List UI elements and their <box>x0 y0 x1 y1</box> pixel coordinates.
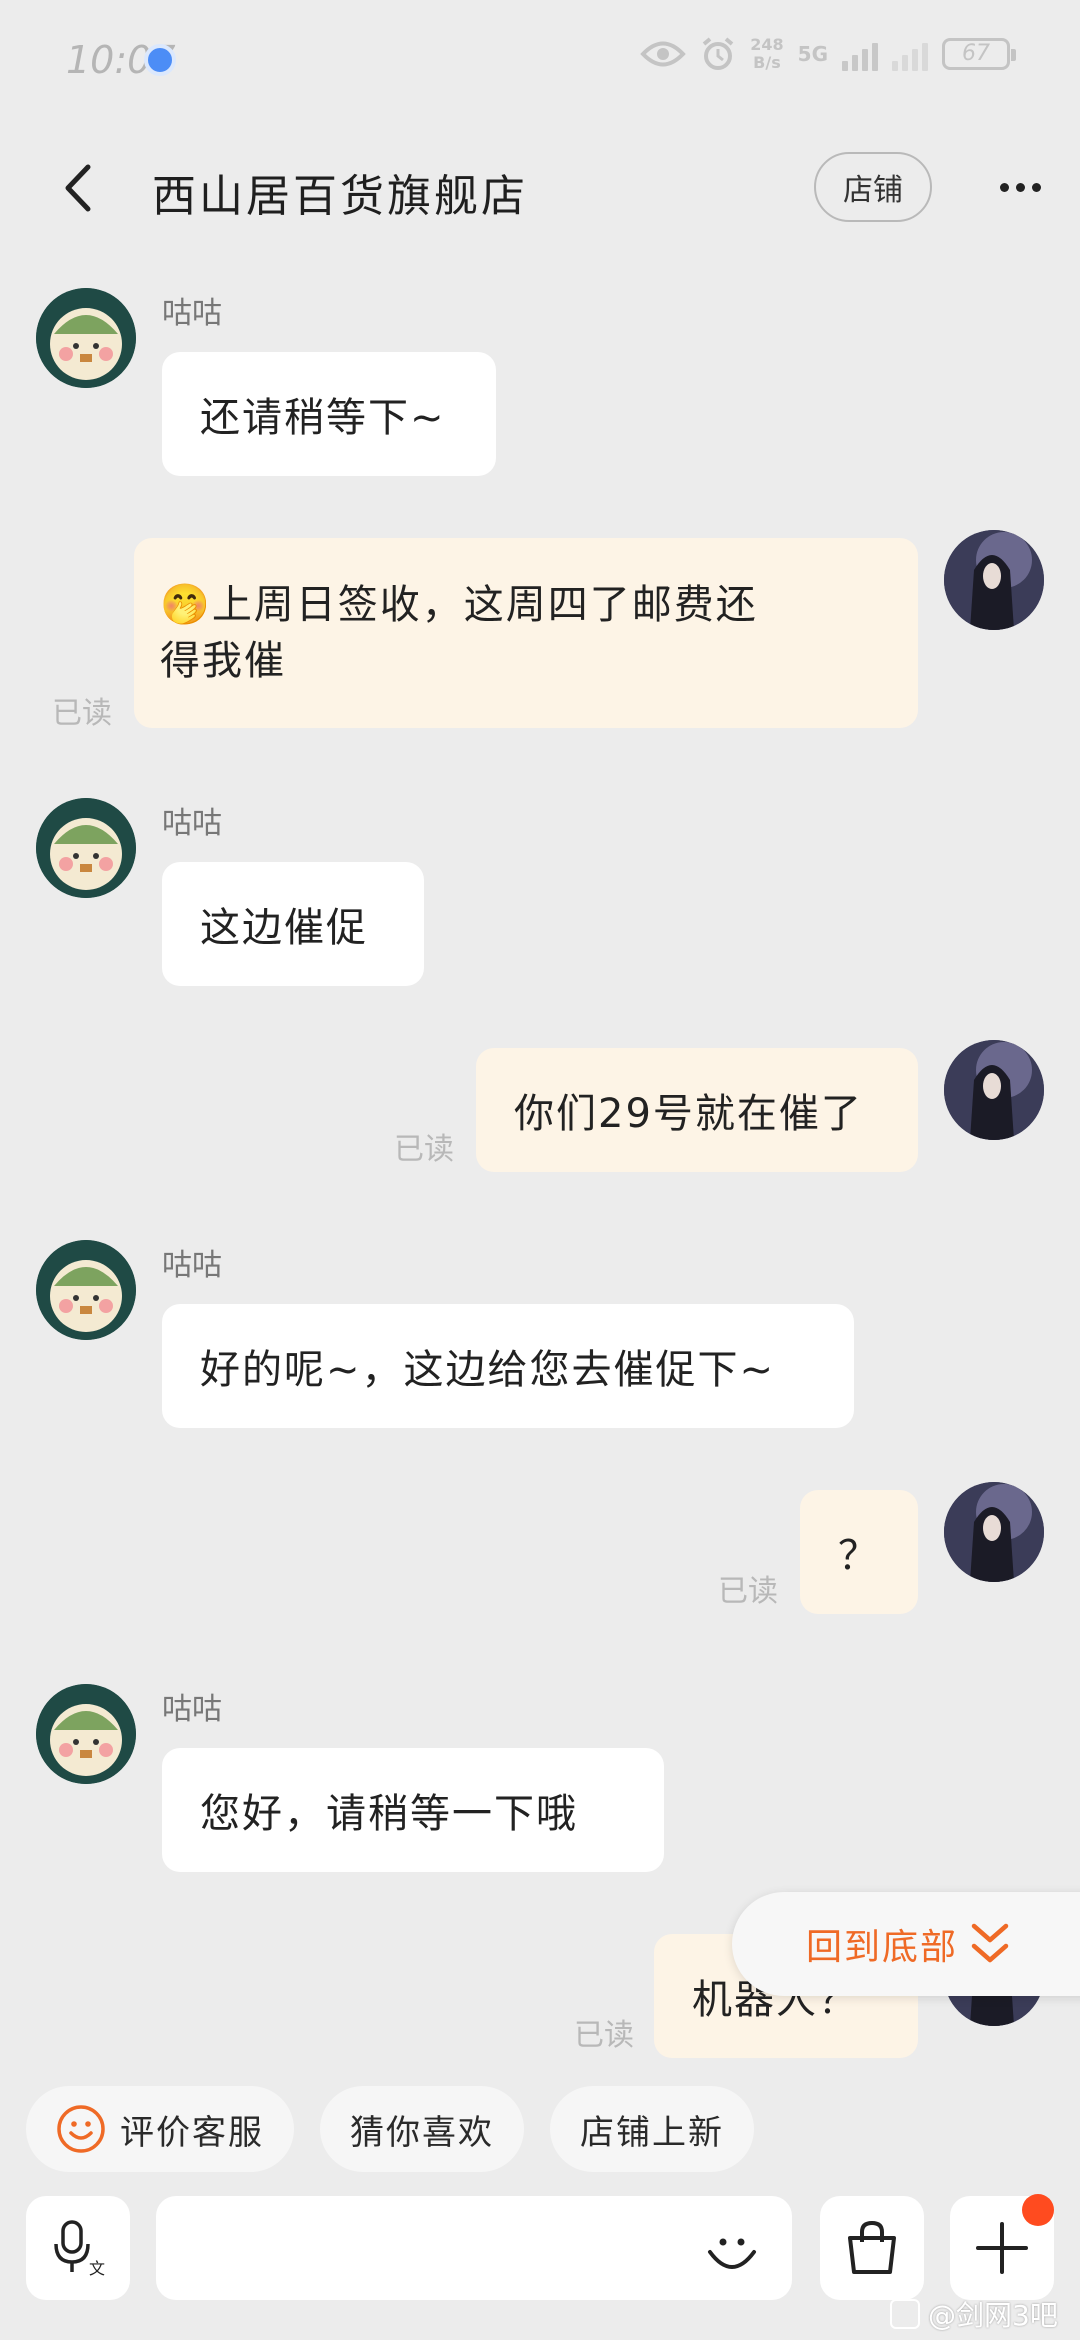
message-input[interactable] <box>156 2196 792 2300</box>
agent-avatar[interactable] <box>36 798 136 898</box>
chip-label: 评价客服 <box>120 2112 264 2153</box>
agent-avatar-image <box>36 1240 136 1340</box>
message-bubble[interactable]: 还请稍等下~ <box>162 352 496 476</box>
sender-name: 咕咕 <box>162 806 222 841</box>
orders-button[interactable] <box>820 2196 924 2300</box>
svg-text:文: 文 <box>89 2259 105 2278</box>
shopping-bag-icon <box>848 2220 896 2274</box>
read-status: 已读 <box>574 2018 634 2053</box>
sender-name: 咕咕 <box>162 1692 222 1727</box>
message-received: 咕咕 还请稍等下~ <box>0 260 1080 490</box>
read-status: 已读 <box>394 1132 454 1167</box>
status-indicators: 248 B/s 5G 67 <box>640 36 1016 72</box>
back-to-bottom-label: 回到底部 <box>806 1927 959 1968</box>
emoji-icon: 🤭 <box>160 582 212 628</box>
quick-reply-chips: 评价客服 猜你喜欢 店铺上新 <box>26 2086 754 2172</box>
signal-2-icon <box>892 37 928 71</box>
signal-icon <box>842 37 878 71</box>
agent-avatar-image <box>36 288 136 388</box>
message-sent: 🤭上周日签收，这周四了邮费还 得我催 已读 <box>0 530 1080 760</box>
message-bubble[interactable]: 您好，请稍等一下哦 <box>162 1748 664 1872</box>
browser-notification-icon <box>144 44 176 76</box>
user-avatar-image <box>944 1040 1044 1140</box>
user-avatar-image <box>944 530 1044 630</box>
back-button[interactable] <box>50 160 106 216</box>
user-avatar-image <box>944 1482 1044 1582</box>
plus-icon <box>976 2222 1028 2274</box>
watermark: @剑网3吧 <box>890 2294 1058 2334</box>
chevron-left-icon <box>65 164 91 212</box>
emoji-button[interactable] <box>700 2220 764 2284</box>
network-speed: 248 B/s <box>750 36 783 72</box>
notification-dot <box>1022 2194 1054 2226</box>
user-avatar[interactable] <box>944 530 1044 630</box>
back-to-bottom-button[interactable]: 回到底部 <box>732 1892 1080 1996</box>
more-options-button[interactable] <box>990 162 1050 212</box>
sender-name: 咕咕 <box>162 1248 222 1283</box>
message-received: 咕咕 您好，请稍等一下哦 <box>0 1656 1080 1886</box>
message-text: 上周日签收，这周四了邮费还 <box>211 582 758 628</box>
page-title: 西山居百货旗舰店 <box>152 171 528 222</box>
message-line-1: 🤭上周日签收，这周四了邮费还 <box>160 577 758 633</box>
smiley-face-icon <box>708 2238 756 2269</box>
more-dots-icon <box>999 182 1009 192</box>
user-avatar[interactable] <box>944 1482 1044 1582</box>
network-speed-unit: B/s <box>753 53 781 72</box>
chip-shop-new[interactable]: 店铺上新 <box>550 2086 754 2172</box>
user-avatar[interactable] <box>944 1040 1044 1140</box>
double-chevron-down-icon <box>971 1923 1009 1963</box>
chip-label: 猜你喜欢 <box>350 2112 494 2153</box>
watermark-text: @剑网3吧 <box>928 2299 1058 2332</box>
chat-list[interactable]: 咕咕 还请稍等下~ 🤭上周日签收，这周四了邮费还 得我催 已读 咕咕 这边催促 … <box>0 260 1080 2060</box>
message-bubble[interactable]: 这边催促 <box>162 862 424 986</box>
message-sent: ？ 已读 <box>0 1482 1080 1632</box>
microphone-text-icon: 文 <box>54 2220 105 2278</box>
agent-avatar[interactable] <box>36 1240 136 1340</box>
message-bubble[interactable]: 好的呢~，这边给您去催促下~ <box>162 1304 854 1428</box>
agent-avatar-image <box>36 798 136 898</box>
agent-avatar[interactable] <box>36 288 136 388</box>
message-sent: 你们29号就在催了 已读 <box>0 1040 1080 1190</box>
chat-header: 西山居百货旗舰店 店铺 <box>0 140 1080 236</box>
message-received: 咕咕 这边催促 <box>0 770 1080 1000</box>
input-bar: 文 <box>0 2194 1080 2306</box>
voice-input-button[interactable]: 文 <box>26 2196 130 2300</box>
agent-avatar-image <box>36 1684 136 1784</box>
chip-rate-service[interactable]: 评价客服 <box>26 2086 294 2172</box>
message-bubble[interactable]: 🤭上周日签收，这周四了邮费还 得我催 <box>134 538 918 728</box>
chip-label: 店铺上新 <box>580 2112 724 2153</box>
message-line-2: 得我催 <box>160 638 286 684</box>
chip-guess-you-like[interactable]: 猜你喜欢 <box>320 2086 524 2172</box>
sender-name: 咕咕 <box>162 296 222 331</box>
message-bubble[interactable]: ？ <box>800 1490 918 1614</box>
network-type: 5G <box>797 42 828 66</box>
message-received: 咕咕 好的呢~，这边给您去催促下~ <box>0 1212 1080 1442</box>
watermark-logo-icon <box>890 2299 920 2329</box>
battery-indicator: 67 <box>942 38 1016 70</box>
network-speed-value: 248 <box>750 35 784 54</box>
smile-icon <box>57 2105 105 2153</box>
shop-button[interactable]: 店铺 <box>814 152 932 222</box>
read-status: 已读 <box>718 1574 778 1609</box>
message-bubble[interactable]: 你们29号就在催了 <box>476 1048 918 1172</box>
status-bar: 10:07 248 B/s 5G 67 <box>0 0 1080 120</box>
read-status: 已读 <box>52 696 112 731</box>
alarm-icon <box>702 37 734 70</box>
eye-icon <box>640 41 687 67</box>
agent-avatar[interactable] <box>36 1684 136 1784</box>
